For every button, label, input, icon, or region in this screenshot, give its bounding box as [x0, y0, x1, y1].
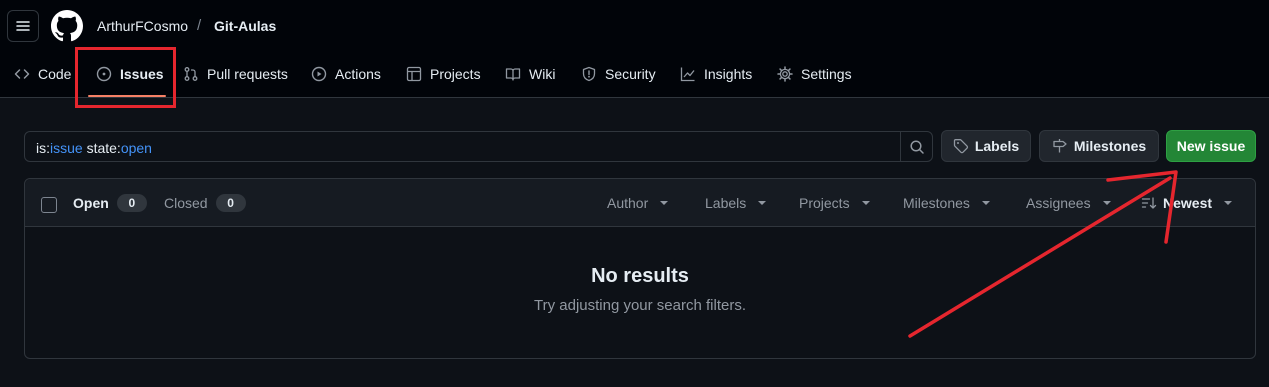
tab-label: Settings: [801, 66, 852, 82]
filter-label: Author: [607, 195, 649, 211]
chevron-down-icon: [861, 201, 870, 205]
search-qualifier: state:: [82, 140, 121, 156]
search-button[interactable]: [900, 132, 932, 161]
play-icon: [311, 66, 327, 82]
chevron-down-icon: [981, 201, 990, 205]
labels-button[interactable]: Labels: [941, 130, 1031, 162]
labels-button-label: Labels: [974, 138, 1020, 154]
open-label: Open: [73, 195, 109, 211]
table-icon: [406, 66, 422, 82]
milestones-button[interactable]: Milestones: [1039, 130, 1159, 162]
tab-projects[interactable]: Projects: [406, 62, 481, 86]
new-issue-button[interactable]: New issue: [1166, 130, 1256, 162]
search-query: is:issue state:open: [36, 140, 152, 156]
sort-dropdown[interactable]: Newest: [1141, 195, 1233, 211]
assignees-filter[interactable]: Assignees: [1026, 195, 1111, 211]
tab-label: Code: [38, 66, 72, 82]
breadcrumb-repo[interactable]: Git-Aulas: [214, 18, 276, 34]
search-icon: [909, 139, 924, 154]
projects-filter[interactable]: Projects: [799, 195, 870, 211]
closed-filter[interactable]: Closed 0: [164, 194, 246, 212]
new-issue-button-label: New issue: [1176, 138, 1246, 154]
hamburger-icon: [16, 21, 30, 31]
milestones-filter[interactable]: Milestones: [903, 195, 990, 211]
closed-label: Closed: [164, 195, 208, 211]
closed-count: 0: [215, 194, 246, 212]
tab-label: Insights: [704, 66, 753, 82]
labels-filter[interactable]: Labels: [705, 195, 767, 211]
search-value: issue: [50, 140, 83, 156]
chevron-down-icon: [758, 201, 767, 205]
search-value: open: [120, 140, 152, 156]
empty-state-title: No results: [591, 265, 689, 287]
tab-insights[interactable]: Insights: [680, 62, 752, 86]
issues-list-header: Open 0 Closed 0 Author Labels Projects M…: [25, 179, 1255, 227]
tab-settings[interactable]: Settings: [777, 62, 852, 86]
tag-icon: [953, 139, 968, 154]
git-pull-request-icon: [184, 67, 198, 81]
gear-icon: [777, 66, 793, 82]
milestone-icon: [1053, 139, 1067, 153]
milestones-button-label: Milestones: [1073, 138, 1147, 154]
tab-label: Actions: [335, 66, 381, 82]
breadcrumb-separator: /: [197, 17, 202, 34]
tab-wiki[interactable]: Wiki: [505, 62, 555, 86]
search-input[interactable]: is:issue state:open: [24, 131, 933, 162]
author-filter[interactable]: Author: [607, 195, 669, 211]
open-count: 0: [116, 194, 147, 212]
tab-label: Wiki: [529, 66, 556, 82]
search-qualifier: is:: [36, 140, 50, 156]
sort-label: Newest: [1163, 195, 1213, 211]
issues-list: Open 0 Closed 0 Author Labels Projects M…: [24, 178, 1256, 359]
book-icon: [505, 68, 521, 81]
select-all-checkbox[interactable]: [41, 197, 57, 213]
filter-label: Assignees: [1026, 195, 1091, 211]
filter-label: Projects: [799, 195, 850, 211]
chevron-down-icon: [1102, 201, 1111, 205]
empty-state-subtitle: Try adjusting your search filters.: [533, 297, 747, 314]
github-logo-icon[interactable]: [51, 10, 83, 42]
graph-icon: [680, 67, 695, 82]
tab-label: Security: [605, 66, 656, 82]
tab-code[interactable]: Code: [14, 62, 71, 86]
menu-button[interactable]: [7, 10, 39, 42]
chevron-down-icon: [660, 201, 669, 205]
sort-desc-icon: [1141, 197, 1157, 209]
tab-actions[interactable]: Actions: [311, 62, 381, 86]
tab-pull-requests[interactable]: Pull requests: [183, 62, 288, 86]
code-icon: [14, 69, 30, 79]
open-filter[interactable]: Open 0: [73, 194, 147, 212]
tab-label: Projects: [430, 66, 481, 82]
tab-label: Pull requests: [207, 66, 288, 82]
chevron-down-icon: [1224, 201, 1233, 205]
shield-icon: [582, 66, 596, 82]
filter-label: Milestones: [903, 195, 970, 211]
tab-security[interactable]: Security: [581, 62, 656, 86]
breadcrumb-owner[interactable]: ArthurFCosmo: [97, 18, 188, 34]
filter-label: Labels: [705, 195, 747, 211]
annotation-highlight-box: [75, 47, 176, 108]
repo-header: ArthurFCosmo / Git-Aulas Code Issues Pul…: [0, 0, 1269, 98]
